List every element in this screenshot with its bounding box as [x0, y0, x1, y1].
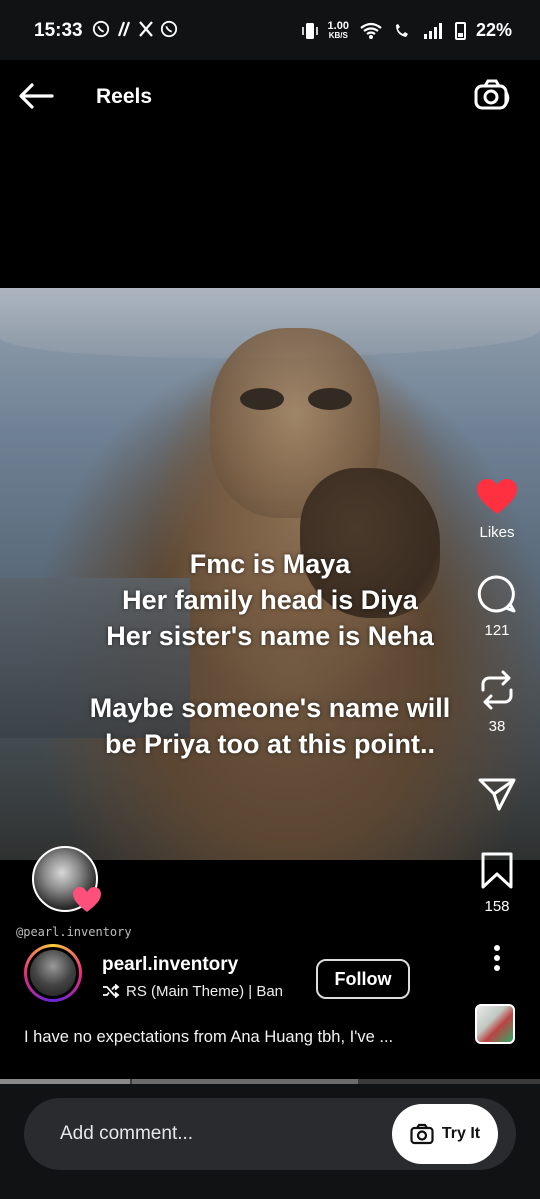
share-button[interactable]	[462, 774, 532, 814]
whatsapp-icon	[160, 20, 178, 38]
overlay-line: Fmc is Maya	[189, 549, 351, 579]
comment-button[interactable]: 121	[462, 574, 532, 639]
reposts-count: 38	[488, 718, 506, 735]
network-speed-unit: KB/S	[328, 30, 348, 40]
wifi-icon	[360, 22, 382, 39]
signal-icon	[423, 22, 442, 39]
battery-icon	[454, 21, 466, 40]
wifi-call-icon	[395, 23, 408, 37]
music-info[interactable]: RS (Main Theme) | Ban	[102, 983, 302, 1000]
send-icon	[478, 778, 516, 811]
monkey-eye	[240, 388, 284, 410]
try-it-label: Try It	[441, 1125, 481, 1142]
author-username[interactable]: pearl.inventory	[102, 954, 238, 976]
reels-header: Reels	[0, 60, 540, 132]
like-button[interactable]: Likes	[462, 478, 532, 541]
overlay-line: Her sister's name is Neha	[106, 621, 434, 651]
likes-label: Likes	[479, 524, 515, 541]
repost-button[interactable]: 38	[462, 670, 532, 735]
comment-bubble-icon	[477, 575, 516, 613]
overlay-line: Maybe someone's name will	[89, 693, 451, 723]
network-speed: 1.00 KB/S	[327, 19, 349, 40]
audio-thumbnail[interactable]	[475, 1004, 515, 1044]
x-icon	[139, 21, 153, 37]
camera-button[interactable]	[472, 78, 512, 114]
repost-icon	[481, 670, 513, 710]
video-watermark: @pearl.inventory	[16, 925, 132, 939]
comments-count: 121	[484, 622, 510, 639]
music-text: RS (Main Theme) | Ban	[126, 983, 284, 1000]
status-bar: 15:33 1.00 KB/S 22%	[0, 0, 540, 60]
camera-icon	[474, 79, 510, 110]
vibrate-icon	[301, 22, 318, 39]
shuffle-icon	[103, 983, 120, 999]
save-button[interactable]: 158	[462, 852, 532, 915]
saves-count: 158	[484, 898, 510, 915]
bookmark-icon	[481, 852, 513, 889]
battery-percent: 22%	[475, 20, 512, 40]
try-it-button[interactable]: Try It	[392, 1104, 498, 1164]
page-title: Reels	[96, 85, 153, 108]
slash-icon	[117, 21, 131, 37]
comment-placeholder: Add comment...	[60, 1123, 194, 1144]
status-right: 1.00 KB/S 22%	[301, 19, 512, 41]
overlay-line: be Priya too at this point..	[104, 729, 436, 759]
heart-icon	[477, 479, 517, 514]
author-avatar[interactable]	[24, 944, 82, 1002]
more-options-button[interactable]	[462, 944, 532, 972]
more-vertical-icon	[494, 945, 500, 971]
camera-icon	[410, 1123, 434, 1145]
overlay-line: Her family head is Diya	[122, 585, 418, 615]
status-time: 15:33	[34, 20, 83, 41]
bottom-bar: Add comment... Try It	[0, 1084, 540, 1199]
back-button[interactable]	[16, 78, 56, 114]
reel-caption[interactable]: I have no expectations from Ana Huang tb…	[24, 1028, 464, 1047]
reel-video[interactable]: Fmc is Maya Her family head is Diya Her …	[0, 288, 540, 860]
video-text-overlay: Fmc is Maya Her family head is Diya Her …	[0, 546, 540, 762]
monkey-eye	[308, 388, 352, 410]
back-arrow-icon	[19, 83, 54, 109]
whatsapp-icon	[92, 20, 110, 38]
author-row: pearl.inventory RS (Main Theme) | Ban Fo…	[24, 944, 464, 1012]
comment-input[interactable]: Add comment... Try It	[24, 1098, 516, 1170]
network-speed-value: 1.00	[327, 19, 349, 32]
follow-button[interactable]: Follow	[316, 959, 410, 999]
notification-icons	[92, 20, 178, 38]
pink-heart-icon	[73, 887, 101, 912]
